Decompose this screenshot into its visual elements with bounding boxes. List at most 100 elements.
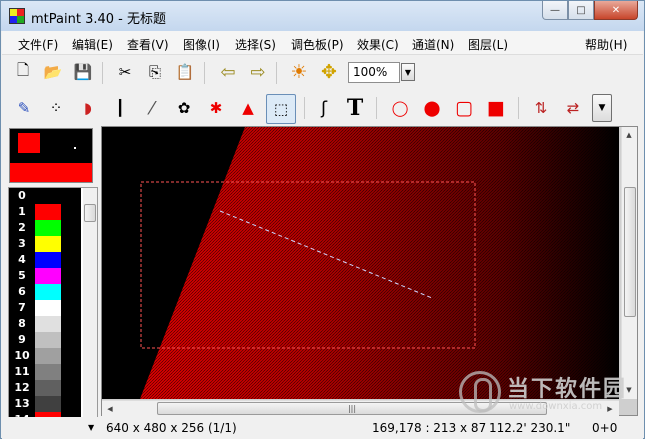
zoom-input[interactable]: 100% bbox=[348, 62, 400, 83]
minimize-button[interactable]: — bbox=[542, 1, 568, 20]
rectangle-outline-icon[interactable]: ▢ bbox=[452, 96, 476, 120]
menu-file[interactable]: 文件(F) bbox=[18, 36, 58, 53]
palette-entry[interactable]: 13 bbox=[9, 396, 81, 412]
gradient-icon[interactable]: ▲ bbox=[236, 96, 260, 120]
menu-selection[interactable]: 选择(S) bbox=[235, 36, 276, 53]
color-b-swatch[interactable] bbox=[10, 163, 92, 182]
rectangle-filled-icon[interactable]: ■ bbox=[484, 96, 508, 120]
palette-swatch[interactable] bbox=[35, 252, 61, 268]
brightness-sun-icon[interactable]: ☀ bbox=[287, 60, 311, 84]
paint-brush-icon[interactable]: ✎ bbox=[12, 96, 36, 120]
toolbar-separator bbox=[204, 62, 205, 84]
smudge-icon[interactable]: ⁄ bbox=[140, 96, 164, 120]
canvas-vscroll-thumb[interactable] bbox=[624, 187, 636, 317]
lasso-icon[interactable]: ʃ bbox=[312, 96, 336, 120]
save-disk-icon[interactable]: 💾 bbox=[71, 60, 95, 84]
palette-entry[interactable]: 5 bbox=[9, 268, 81, 284]
palette-list[interactable]: 01234567891011121314 bbox=[9, 188, 81, 428]
shuffle-icon[interactable]: ⁘ bbox=[44, 96, 68, 120]
close-button[interactable]: ✕ bbox=[594, 1, 638, 20]
new-file-icon[interactable]: 🗋 bbox=[11, 60, 35, 84]
palette-index: 5 bbox=[18, 269, 26, 282]
palette-entry[interactable]: 7 bbox=[9, 300, 81, 316]
palette-swatch[interactable] bbox=[35, 316, 61, 332]
select-rectangle-icon[interactable]: ⬚ bbox=[266, 94, 296, 124]
palette-index: 8 bbox=[18, 317, 26, 330]
status-selection: 169,178 : 213 x 87 bbox=[372, 421, 487, 435]
palette-index: 7 bbox=[18, 301, 26, 314]
palette-entry[interactable]: 3 bbox=[9, 236, 81, 252]
title-bar[interactable]: mtPaint 3.40 - 无标题 — □ ✕ bbox=[1, 1, 644, 31]
palette-swatch[interactable] bbox=[35, 364, 61, 380]
palette-swatch[interactable] bbox=[35, 220, 61, 236]
scroll-up-arrow-icon[interactable]: ▲ bbox=[622, 128, 636, 142]
canvas-vertical-scrollbar[interactable]: ▲ ▼ bbox=[621, 127, 637, 399]
ellipse-filled-icon[interactable]: ⬤ bbox=[420, 96, 444, 120]
status-arrow-icon[interactable]: ▼ bbox=[88, 423, 94, 432]
menu-view[interactable]: 查看(V) bbox=[127, 36, 169, 53]
text-tool-icon[interactable]: T bbox=[343, 95, 367, 121]
clone-icon[interactable]: ✿ bbox=[172, 96, 196, 120]
status-offset: 0+0 bbox=[592, 421, 618, 435]
zoom-dropdown-button[interactable]: ▼ bbox=[401, 63, 415, 81]
palette-swatch[interactable] bbox=[35, 204, 61, 220]
menu-layers[interactable]: 图层(L) bbox=[468, 36, 508, 53]
status-bar: ▼ 640 x 480 x 256 (1/1) 169,178 : 213 x … bbox=[2, 417, 643, 439]
menu-effects[interactable]: 效果(C) bbox=[357, 36, 399, 53]
palette-entry[interactable]: 9 bbox=[9, 332, 81, 348]
flip-vertical-icon[interactable]: ⇅ bbox=[529, 96, 553, 120]
palette-swatch[interactable] bbox=[35, 332, 61, 348]
maximize-button[interactable]: □ bbox=[568, 1, 594, 20]
redo-arrow-right-icon[interactable]: ⇨ bbox=[246, 60, 270, 84]
palette-entry[interactable]: 12 bbox=[9, 380, 81, 396]
tools-toolbar: ✎ ⁘ ◗ ┃ ⁄ ✿ ✱ ▲ ⬚ ʃ T ◯ ⬤ ▢ ■ ⇅ ⇄ ▼ bbox=[2, 90, 643, 126]
toolbar-dropdown-button[interactable]: ▼ bbox=[592, 94, 612, 122]
palette-entry[interactable]: 6 bbox=[9, 284, 81, 300]
canvas-drawing bbox=[140, 127, 619, 399]
toolbar-separator bbox=[276, 62, 277, 84]
palette-swatch[interactable] bbox=[35, 188, 61, 204]
menu-channels[interactable]: 通道(N) bbox=[412, 36, 454, 53]
palette-entry[interactable]: 0 bbox=[9, 188, 81, 204]
palette-entry[interactable]: 8 bbox=[9, 316, 81, 332]
color-a-swatch[interactable] bbox=[18, 133, 40, 153]
flood-fill-icon[interactable]: ◗ bbox=[76, 96, 100, 120]
cut-icon[interactable]: ✂ bbox=[113, 60, 137, 84]
menu-edit[interactable]: 编辑(E) bbox=[72, 36, 113, 53]
palette-swatch[interactable] bbox=[35, 236, 61, 252]
palette-swatch[interactable] bbox=[35, 396, 61, 412]
palette-swatch[interactable] bbox=[35, 348, 61, 364]
palette-swatch[interactable] bbox=[35, 380, 61, 396]
color-preview[interactable] bbox=[9, 128, 93, 183]
undo-arrow-left-icon[interactable]: ⇦ bbox=[216, 60, 240, 84]
ellipse-outline-icon[interactable]: ◯ bbox=[388, 96, 412, 120]
toolbar-separator bbox=[518, 97, 519, 119]
menu-help[interactable]: 帮助(H) bbox=[585, 36, 627, 53]
open-folder-icon[interactable]: 📂 bbox=[41, 60, 65, 84]
menu-image[interactable]: 图像(I) bbox=[183, 36, 220, 53]
palette-entry[interactable]: 2 bbox=[9, 220, 81, 236]
straight-line-icon[interactable]: ┃ bbox=[108, 96, 132, 120]
flip-horizontal-icon[interactable]: ⇄ bbox=[561, 96, 585, 120]
app-icon[interactable] bbox=[9, 8, 25, 24]
palette-entry[interactable]: 1 bbox=[9, 204, 81, 220]
palette-entry[interactable]: 4 bbox=[9, 252, 81, 268]
paste-icon[interactable]: 📋 bbox=[173, 60, 197, 84]
palette-swatch[interactable] bbox=[35, 284, 61, 300]
toolbar-separator bbox=[376, 97, 377, 119]
palette-index: 13 bbox=[14, 397, 30, 410]
copy-icon[interactable]: ⎘ bbox=[143, 60, 167, 84]
palette-entry[interactable]: 11 bbox=[9, 364, 81, 380]
palette-entry[interactable]: 10 bbox=[9, 348, 81, 364]
window-title: mtPaint 3.40 - 无标题 bbox=[31, 12, 166, 27]
palette-scrollbar[interactable] bbox=[83, 188, 97, 428]
pan-cross-icon[interactable]: ✥ bbox=[317, 60, 341, 84]
menu-palette[interactable]: 调色板(P) bbox=[291, 36, 344, 53]
palette-swatch[interactable] bbox=[35, 300, 61, 316]
image-canvas[interactable] bbox=[102, 127, 619, 399]
palette-scroll-thumb[interactable] bbox=[84, 204, 96, 222]
scroll-left-arrow-icon[interactable]: ◀ bbox=[103, 402, 117, 416]
app-window: mtPaint 3.40 - 无标题 — □ ✕ 文件(F) 编辑(E) 查看(… bbox=[0, 0, 645, 439]
shape-icon[interactable]: ✱ bbox=[204, 96, 228, 120]
palette-swatch[interactable] bbox=[35, 268, 61, 284]
